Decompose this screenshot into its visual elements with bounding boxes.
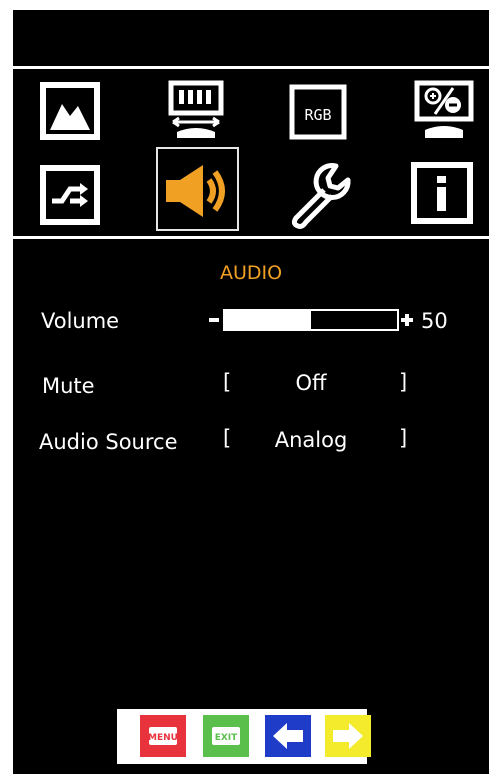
arrow-right-icon xyxy=(333,723,363,749)
audio-source-bracket-close: ] xyxy=(399,426,408,450)
osd-top-bar xyxy=(13,10,489,66)
top-divider xyxy=(13,66,489,69)
left-arrow-button[interactable] xyxy=(265,715,311,757)
panel-title: AUDIO xyxy=(219,262,283,284)
info-icon[interactable] xyxy=(411,162,473,224)
monitor-color-icon[interactable] xyxy=(413,80,477,142)
input-source-icon[interactable] xyxy=(40,165,100,225)
volume-slider-fill xyxy=(225,311,311,329)
menu-button[interactable]: MENU xyxy=(140,715,186,757)
mute-bracket-open: [ xyxy=(223,370,232,394)
monitor-position-icon[interactable] xyxy=(163,80,229,142)
wrench-icon[interactable] xyxy=(286,160,356,230)
minus-icon xyxy=(209,318,219,322)
mute-bracket-close: ] xyxy=(399,370,408,394)
picture-icon[interactable] xyxy=(40,82,100,140)
volume-label: Volume xyxy=(41,309,120,333)
volume-slider[interactable] xyxy=(223,309,399,331)
audio-source-label: Audio Source xyxy=(39,430,178,454)
mute-value[interactable]: Off xyxy=(261,371,361,395)
plus-icon xyxy=(401,314,413,326)
osd-screen: RGB AUDIO Volume 50 Mute [Off] Audio S… xyxy=(13,10,489,774)
rgb-icon[interactable]: RGB xyxy=(289,84,347,140)
arrow-left-icon xyxy=(273,723,303,749)
exit-button[interactable]: EXIT xyxy=(203,715,249,757)
menu-button-label: MENU xyxy=(148,733,178,743)
icons-divider xyxy=(13,236,489,239)
audio-source-bracket-open: [ xyxy=(223,426,232,450)
mute-label: Mute xyxy=(42,374,95,398)
right-arrow-button[interactable] xyxy=(325,715,371,757)
audio-source-value[interactable]: Analog xyxy=(261,428,361,452)
speaker-icon[interactable] xyxy=(163,162,235,220)
svg-text:RGB: RGB xyxy=(304,106,331,124)
volume-value: 50 xyxy=(421,309,448,333)
exit-button-label: EXIT xyxy=(215,733,238,743)
